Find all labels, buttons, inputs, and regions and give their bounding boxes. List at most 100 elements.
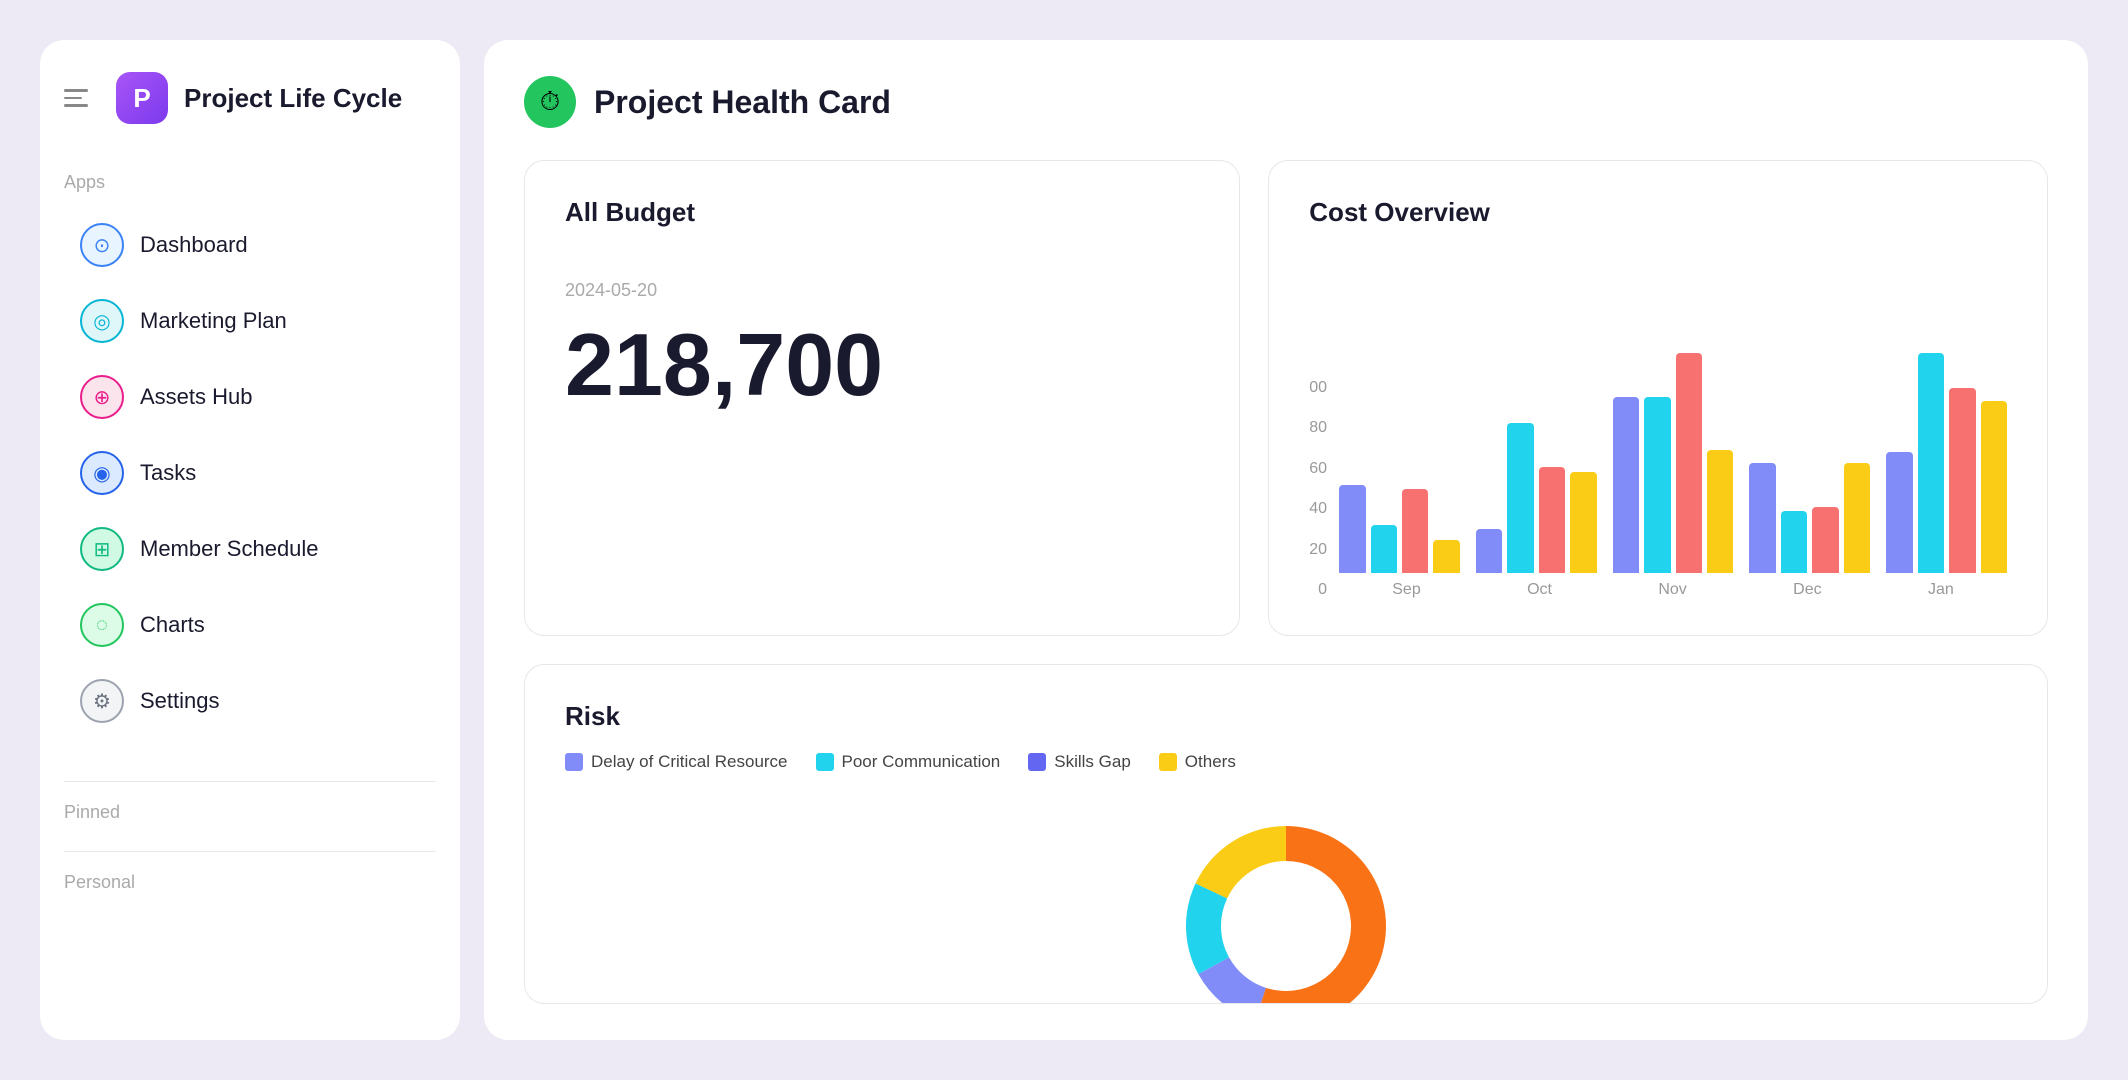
budget-card: All Budget 2024-05-20 218,700	[524, 160, 1240, 636]
bar-purple	[1886, 452, 1912, 573]
bar-group-jan	[1886, 353, 2007, 573]
budget-card-title: All Budget	[565, 197, 1199, 228]
donut-chart	[1136, 796, 1436, 1004]
dashboard-icon: ⊙	[80, 223, 124, 267]
settings-icon: ⚙	[80, 679, 124, 723]
bar-yellow	[1981, 401, 2007, 573]
pinned-section-label: Pinned	[64, 802, 436, 823]
sidebar-item-marketing-plan[interactable]: ◎ Marketing Plan	[64, 285, 436, 357]
donut-segment	[1186, 883, 1229, 974]
personal-section-label: Personal	[64, 872, 436, 893]
sidebar-divider-2	[64, 851, 436, 852]
legend-item-delay: Delay of Critical Resource	[565, 752, 788, 772]
sidebar-item-settings[interactable]: ⚙ Settings	[64, 665, 436, 737]
y-axis-label: 00	[1309, 379, 1327, 397]
sidebar-item-tasks[interactable]: ◉ Tasks	[64, 437, 436, 509]
y-axis-label: 20	[1309, 541, 1327, 559]
sidebar-label-assets-hub: Assets Hub	[140, 384, 253, 410]
sidebar-label-marketing-plan: Marketing Plan	[140, 308, 287, 334]
x-axis-label: Sep	[1392, 581, 1420, 599]
bar-cyan	[1371, 525, 1397, 573]
assets-hub-icon: ⊕	[80, 375, 124, 419]
bar-purple	[1476, 529, 1502, 573]
marketing-plan-icon: ◎	[80, 299, 124, 343]
legend-label-others: Others	[1185, 752, 1236, 772]
project-name: Project Life Cycle	[184, 83, 402, 114]
bar-yellow	[1433, 540, 1459, 573]
bar-red	[1539, 467, 1565, 573]
main-content: ⏱ Project Health Card All Budget 2024-05…	[484, 40, 2088, 1040]
bar-purple	[1749, 463, 1775, 573]
sidebar-label-settings: Settings	[140, 688, 220, 714]
sidebar-item-dashboard[interactable]: ⊙ Dashboard	[64, 209, 436, 281]
bar-red	[1676, 353, 1702, 573]
legend-label-delay: Delay of Critical Resource	[591, 752, 788, 772]
sidebar-label-charts: Charts	[140, 612, 205, 638]
page-header: ⏱ Project Health Card	[524, 76, 2048, 128]
risk-section: Risk Delay of Critical Resource Poor Comm…	[524, 664, 2048, 1004]
x-axis-label: Dec	[1793, 581, 1821, 599]
x-axis-label: Oct	[1527, 581, 1552, 599]
bar-purple	[1613, 397, 1639, 573]
legend-dot-skills-gap	[1028, 753, 1046, 771]
bar-cyan	[1507, 423, 1533, 573]
legend-item-skills-gap: Skills Gap	[1028, 752, 1131, 772]
sidebar-item-member-schedule[interactable]: ⊞Member Schedule	[64, 513, 436, 585]
bar-group-nov	[1613, 353, 1734, 573]
donut-segment	[1196, 826, 1286, 898]
bar-red	[1812, 507, 1838, 573]
bar-group-sep	[1339, 485, 1460, 573]
bar-red	[1402, 489, 1428, 573]
y-axis-label: 0	[1318, 581, 1327, 599]
bar-group-dec	[1749, 463, 1870, 573]
charts-icon: ◌	[80, 603, 124, 647]
sidebar-label-dashboard: Dashboard	[140, 232, 248, 258]
legend-dot-delay	[565, 753, 583, 771]
sidebar-item-assets-hub[interactable]: ⊕ Assets Hub	[64, 361, 436, 433]
y-axis-label: 40	[1309, 500, 1327, 518]
cards-row: All Budget 2024-05-20 218,700 Cost Overv…	[524, 160, 2048, 636]
legend-dot-others	[1159, 753, 1177, 771]
bar-purple	[1339, 485, 1365, 573]
legend-label-skills-gap: Skills Gap	[1054, 752, 1131, 772]
donut-container	[565, 796, 2007, 1004]
x-axis-label: Jan	[1928, 581, 1954, 599]
page-title: Project Health Card	[594, 84, 891, 121]
chart-area: 00 80 60 40 20 0 Sep Oct Nov Dec Jan	[1309, 228, 2007, 599]
budget-date: 2024-05-20	[565, 280, 1199, 301]
sidebar-item-charts[interactable]: ◌ Charts	[64, 589, 436, 661]
bar-groups	[1339, 353, 2007, 573]
project-logo: P	[116, 72, 168, 124]
bar-chart-container: 00 80 60 40 20 0 Sep Oct Nov Dec Jan	[1309, 228, 2007, 599]
bar-yellow	[1570, 472, 1596, 573]
sidebar-label-tasks: Tasks	[140, 460, 196, 486]
sidebar: P Project Life Cycle Apps ⊙ Dashboard ◎ Mar…	[40, 40, 460, 1040]
bar-cyan	[1918, 353, 1944, 573]
y-axis-label: 60	[1309, 460, 1327, 478]
tasks-icon: ◉	[80, 451, 124, 495]
bar-yellow	[1844, 463, 1870, 573]
cost-card: Cost Overview 00 80 60 40 20 0 Sep Oct Nov Dec Ja…	[1268, 160, 2048, 636]
y-axis-label: 80	[1309, 419, 1327, 437]
nav-items: ⊙ Dashboard ◎ Marketing Plan ⊕ Assets Hub ◉ Tas…	[64, 209, 436, 737]
legend-dot-poor-comm	[816, 753, 834, 771]
sidebar-header: P Project Life Cycle	[64, 72, 436, 124]
legend-label-poor-comm: Poor Communication	[842, 752, 1001, 772]
risk-legend: Delay of Critical Resource Poor Communica…	[565, 752, 2007, 772]
app-container: P Project Life Cycle Apps ⊙ Dashboard ◎ Mar…	[40, 40, 2088, 1040]
bar-cyan	[1644, 397, 1670, 573]
sidebar-divider-1	[64, 781, 436, 782]
x-axis-label: Nov	[1658, 581, 1686, 599]
apps-section-label: Apps	[64, 172, 436, 193]
y-axis: 00 80 60 40 20 0	[1309, 379, 1339, 599]
bar-red	[1949, 388, 1975, 573]
legend-item-poor-comm: Poor Communication	[816, 752, 1001, 772]
bar-cyan	[1781, 511, 1807, 573]
bar-group-oct	[1476, 423, 1597, 573]
risk-title: Risk	[565, 701, 2007, 732]
menu-icon[interactable]	[64, 80, 100, 116]
cost-card-title: Cost Overview	[1309, 197, 2007, 228]
budget-amount: 218,700	[565, 321, 1199, 409]
bar-yellow	[1707, 450, 1733, 573]
member-schedule-icon: ⊞	[80, 527, 124, 571]
